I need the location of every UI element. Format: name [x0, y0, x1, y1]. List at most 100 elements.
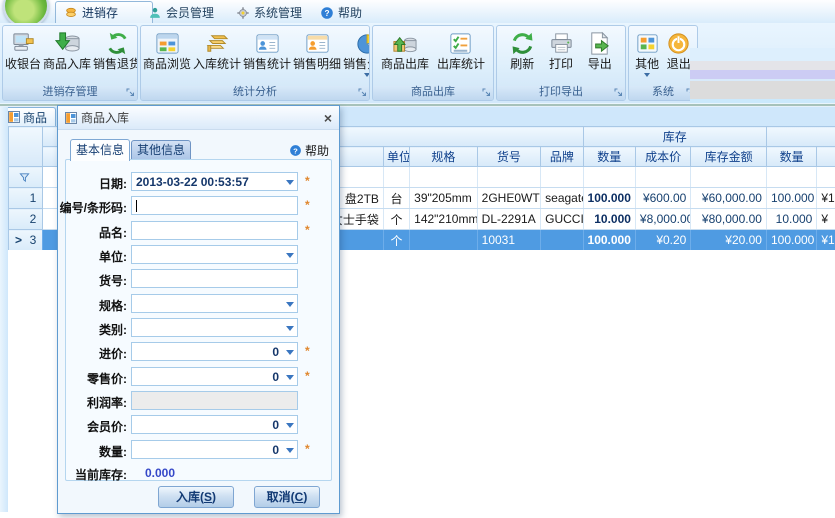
cell-cost[interactable]: ¥600.00 [635, 188, 690, 209]
barcode-field[interactable] [131, 196, 298, 215]
filter-cell[interactable] [817, 167, 835, 188]
filter-cell[interactable] [477, 167, 540, 188]
column-header[interactable]: 品牌 [541, 147, 583, 167]
dropdown-arrow-icon[interactable] [286, 302, 294, 311]
cell-qty[interactable]: 100.000 [583, 230, 635, 251]
cell-brand[interactable] [541, 230, 583, 251]
refresh-button[interactable]: 刷新 [508, 27, 537, 86]
row-header[interactable]: 1 [9, 188, 43, 209]
filter-row-header[interactable] [9, 167, 43, 188]
cell-spec[interactable]: 39"205mm [410, 188, 478, 209]
cashier-button[interactable]: 收银台 [4, 27, 42, 86]
column-header[interactable]: 数量 [583, 147, 635, 167]
dropdown-arrow-icon[interactable] [286, 375, 294, 384]
spec-field[interactable] [131, 294, 298, 313]
sales-return-button[interactable]: 销售退货 [92, 27, 138, 86]
column-header[interactable]: 货号 [477, 147, 540, 167]
column-header-extra[interactable] [817, 147, 835, 167]
help-button[interactable]: ? 帮助 [289, 142, 329, 159]
retail-price-field[interactable]: 0 [131, 367, 298, 386]
column-header[interactable]: 单位 [383, 147, 409, 167]
category-field[interactable] [131, 318, 298, 337]
cell-qty[interactable]: 10.000 [583, 209, 635, 230]
export-button[interactable]: 导出 [585, 27, 614, 86]
filter-cell[interactable] [635, 167, 690, 188]
exit-button[interactable]: 退出 [664, 27, 693, 86]
cell-qty2[interactable]: 100.000 [766, 230, 816, 251]
launcher-icon[interactable] [482, 88, 491, 97]
column-header[interactable]: 数量 [766, 147, 816, 167]
launcher-icon[interactable] [614, 88, 623, 97]
cell-qty2[interactable]: 100.000 [766, 188, 816, 209]
cell-brand[interactable]: seagate [541, 188, 583, 209]
filter-cell[interactable] [410, 167, 478, 188]
stock-in-button[interactable]: 商品入库 [42, 27, 92, 86]
filter-cell[interactable] [541, 167, 583, 188]
tab-help[interactable]: ?帮助 [312, 2, 384, 23]
sales-analysis-button[interactable]: 销售分析 [342, 27, 370, 86]
print-button[interactable]: 打印 [547, 27, 576, 86]
filter-cell[interactable] [383, 167, 409, 188]
cell-qty[interactable]: 100.000 [583, 188, 635, 209]
dropdown-arrow-icon[interactable] [286, 448, 294, 457]
group-header-right[interactable]: 进 [766, 127, 835, 147]
column-header[interactable]: 成本价 [635, 147, 690, 167]
item-code-field[interactable] [131, 269, 298, 288]
filter-cell[interactable] [583, 167, 635, 188]
cell-extra[interactable]: ¥1,0 [817, 230, 835, 251]
mdi-tab-products[interactable]: 商品 [2, 107, 56, 126]
dropdown-arrow-icon[interactable] [286, 350, 294, 359]
cell-unit[interactable]: 台 [383, 188, 409, 209]
grid-corner[interactable] [9, 127, 43, 167]
row-header[interactable]: >3 [9, 230, 43, 251]
cell-unit[interactable]: 个 [383, 209, 409, 230]
cell-spec[interactable] [410, 230, 478, 251]
stockout-stats-button[interactable]: 出库统计 [436, 27, 486, 86]
cell-amount[interactable]: ¥60,000.00 [691, 188, 767, 209]
filter-funnel-icon[interactable] [19, 172, 30, 183]
cell-amount[interactable]: ¥20.00 [691, 230, 767, 251]
filter-cell[interactable] [691, 167, 767, 188]
purchase-price-field[interactable]: 0 [131, 342, 298, 361]
cell-extra[interactable]: ¥1,0 [817, 188, 835, 209]
sales-stats-button[interactable]: 销售统计 [242, 27, 292, 86]
column-header[interactable]: 库存金额 [691, 147, 767, 167]
dropdown-arrow-icon[interactable] [286, 253, 294, 262]
close-icon[interactable]: × [324, 112, 332, 124]
cell-cost[interactable]: ¥8,000.00 [635, 209, 690, 230]
cancel-button[interactable]: 取消(C) [254, 486, 320, 508]
other-button[interactable]: 其他 [633, 27, 662, 86]
cell-code[interactable]: 2GHE0WTZ [477, 188, 540, 209]
unit-field[interactable] [131, 245, 298, 264]
stockin-stats-button[interactable]: 入库统计 [192, 27, 242, 86]
group-header-stock[interactable]: 库存 [583, 127, 766, 147]
cell-unit[interactable]: 个 [383, 230, 409, 251]
dialog-titlebar[interactable]: 商品入库 × [58, 106, 339, 130]
sales-detail-button[interactable]: 销售明细 [292, 27, 342, 86]
cell-brand[interactable]: GUCCI [541, 209, 583, 230]
launcher-icon[interactable] [126, 88, 135, 97]
cell-amount[interactable]: ¥80,000.00 [691, 209, 767, 230]
cell-code[interactable]: DL-2291A [477, 209, 540, 230]
launcher-icon[interactable] [358, 88, 367, 97]
filter-cell[interactable] [766, 167, 816, 188]
quantity-field[interactable]: 0 [131, 440, 298, 459]
dropdown-arrow-icon[interactable] [286, 423, 294, 432]
dropdown-arrow-icon[interactable] [286, 180, 294, 189]
dropdown-arrow-icon[interactable] [286, 326, 294, 335]
row-header[interactable]: 2 [9, 209, 43, 230]
product-browse-button[interactable]: 商品浏览 [142, 27, 192, 86]
cell-extra[interactable]: ¥ [817, 209, 835, 230]
cell-cost[interactable]: ¥0.20 [635, 230, 690, 251]
cell-qty2[interactable]: 10.000 [766, 209, 816, 230]
stock-in-submit-button[interactable]: 入库(S) [158, 486, 234, 508]
column-header[interactable]: 规格 [410, 147, 478, 167]
stock-out-button[interactable]: 商品出库 [380, 27, 430, 86]
product-name-field[interactable] [131, 221, 298, 240]
cell-spec[interactable]: 142"210mm [410, 209, 478, 230]
tab-purchase-sale-inventory[interactable]: 进销存 [55, 1, 153, 23]
date-field[interactable]: 2013-03-22 00:53:57 [131, 172, 298, 191]
member-price-field[interactable]: 0 [131, 415, 298, 434]
tab-basic-info[interactable]: 基本信息 [70, 139, 130, 161]
cell-code[interactable]: 10031 [477, 230, 540, 251]
